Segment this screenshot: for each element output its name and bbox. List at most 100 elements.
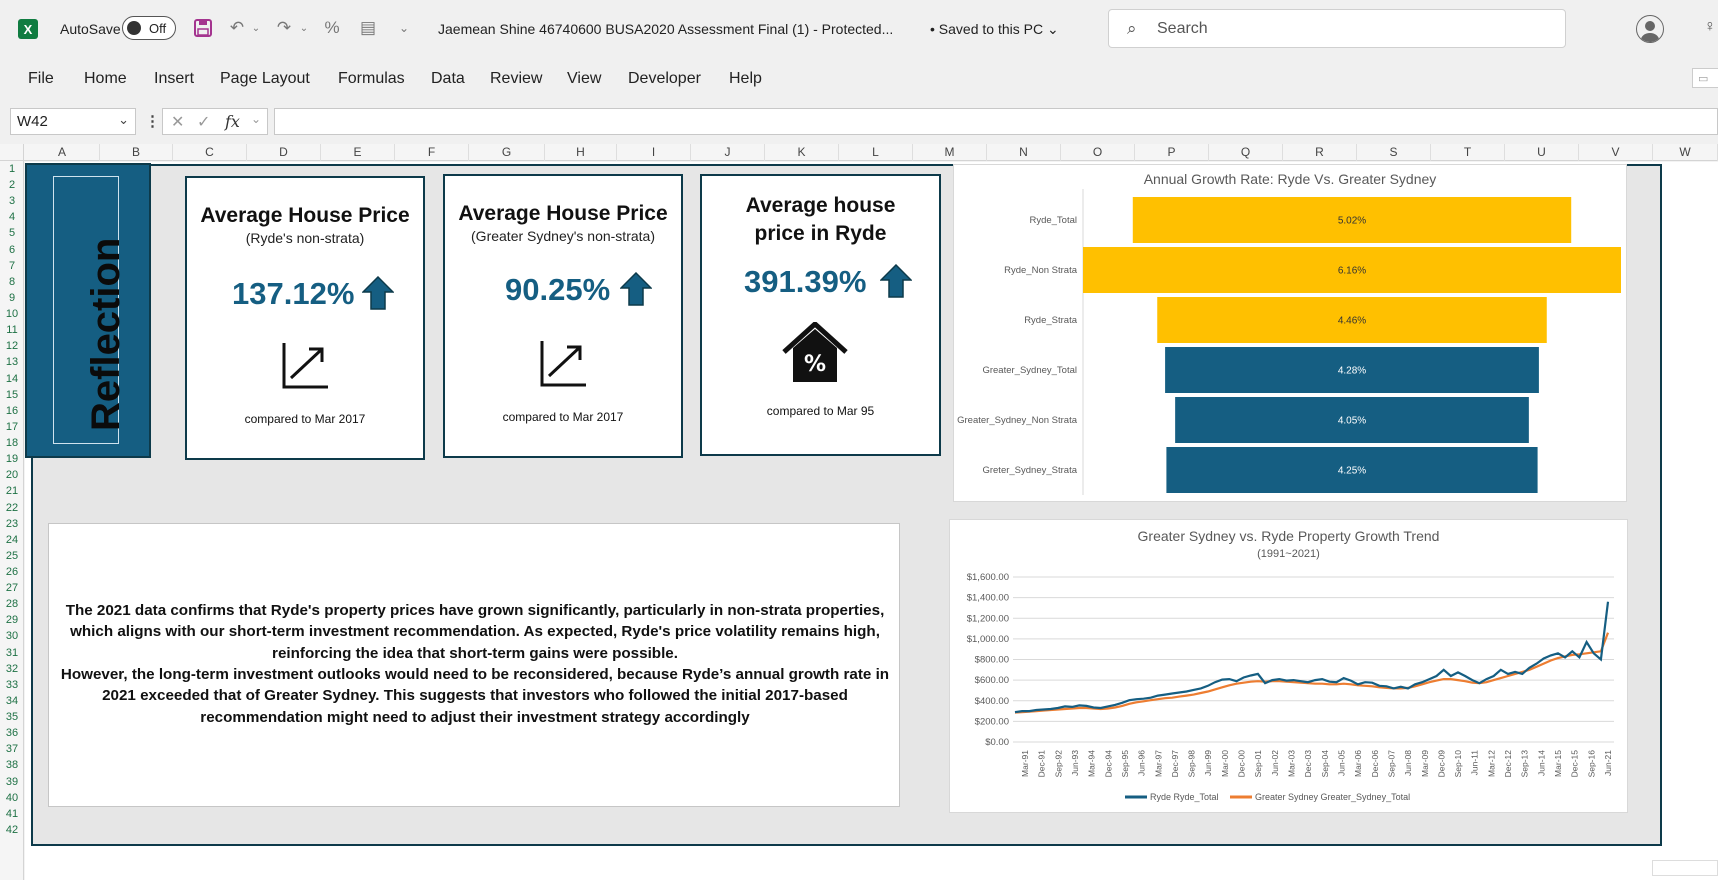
row-header[interactable]: 26 (0, 564, 24, 580)
column-header[interactable]: M (913, 144, 987, 161)
column-header[interactable]: O (1061, 144, 1135, 161)
tab-data[interactable]: Data (431, 70, 465, 88)
tab-developer[interactable]: Developer (628, 70, 701, 88)
tab-page-layout[interactable]: Page Layout (220, 70, 310, 88)
row-header[interactable]: 9 (0, 290, 24, 306)
row-header[interactable]: 36 (0, 725, 24, 741)
column-header[interactable]: D (247, 144, 321, 161)
column-header[interactable]: H (545, 144, 617, 161)
row-header[interactable]: 2 (0, 177, 24, 193)
customize-toolbar-icon[interactable]: ⌄ (392, 16, 416, 40)
row-header[interactable]: 21 (0, 483, 24, 499)
comments-icon[interactable]: ▭ (1692, 68, 1718, 88)
row-header[interactable]: 7 (0, 258, 24, 274)
row-header[interactable]: 29 (0, 612, 24, 628)
row-header[interactable]: 15 (0, 387, 24, 403)
row-header[interactable]: 18 (0, 435, 24, 451)
column-header[interactable]: S (1357, 144, 1431, 161)
row-header[interactable]: 40 (0, 790, 24, 806)
account-avatar-icon[interactable] (1636, 15, 1664, 43)
formula-input[interactable] (274, 108, 1718, 135)
column-header[interactable]: W (1653, 144, 1718, 161)
redo-dropdown-icon[interactable]: ⌄ (292, 16, 316, 40)
clear-icon[interactable]: ▤ (356, 16, 380, 40)
row-header[interactable]: 37 (0, 741, 24, 757)
select-all-corner[interactable] (0, 144, 24, 161)
row-header[interactable]: 39 (0, 774, 24, 790)
row-header[interactable]: 27 (0, 580, 24, 596)
row-header[interactable]: 24 (0, 532, 24, 548)
row-header[interactable]: 28 (0, 596, 24, 612)
row-header[interactable]: 19 (0, 451, 24, 467)
row-header[interactable]: 14 (0, 371, 24, 387)
row-header[interactable]: 10 (0, 306, 24, 322)
column-header[interactable]: Q (1209, 144, 1283, 161)
row-header[interactable]: 30 (0, 628, 24, 644)
column-header[interactable]: T (1431, 144, 1505, 161)
row-header[interactable]: 33 (0, 677, 24, 693)
row-header[interactable]: 6 (0, 242, 24, 258)
row-header[interactable]: 20 (0, 467, 24, 483)
insert-function-icon[interactable]: fx (225, 112, 240, 131)
confirm-icon[interactable]: ✓ (197, 112, 210, 132)
more-options-icon[interactable]: ⋮ (145, 112, 160, 130)
tab-view[interactable]: View (567, 70, 601, 88)
row-header[interactable]: 17 (0, 419, 24, 435)
row-header[interactable]: 13 (0, 354, 24, 370)
column-header[interactable]: P (1135, 144, 1209, 161)
column-header[interactable]: K (765, 144, 839, 161)
row-header[interactable]: 23 (0, 516, 24, 532)
row-header[interactable]: 8 (0, 274, 24, 290)
name-box[interactable]: W42 ⌄ (10, 108, 136, 135)
row-header[interactable]: 3 (0, 193, 24, 209)
lightbulb-icon[interactable]: ♀ (1704, 18, 1716, 36)
column-header[interactable]: G (469, 144, 545, 161)
horizontal-scrollbar[interactable] (1652, 860, 1718, 876)
column-header[interactable]: E (321, 144, 395, 161)
column-header[interactable]: N (987, 144, 1061, 161)
saved-status[interactable]: • Saved to this PC ⌄ (930, 21, 1059, 38)
row-header[interactable]: 38 (0, 757, 24, 773)
column-header[interactable]: J (691, 144, 765, 161)
trend-up-icon (540, 341, 586, 387)
row-header[interactable]: 32 (0, 661, 24, 677)
row-header[interactable]: 41 (0, 806, 24, 822)
tab-review[interactable]: Review (490, 70, 542, 88)
row-header[interactable]: 12 (0, 338, 24, 354)
column-header[interactable]: I (617, 144, 691, 161)
tab-help[interactable]: Help (729, 70, 762, 88)
row-header[interactable]: 42 (0, 822, 24, 838)
tab-home[interactable]: Home (84, 70, 127, 88)
name-box-value: W42 (17, 113, 48, 130)
tab-insert[interactable]: Insert (154, 70, 194, 88)
save-icon[interactable] (191, 16, 215, 40)
column-header[interactable]: C (173, 144, 247, 161)
tab-file[interactable]: File (28, 70, 54, 88)
column-header[interactable]: U (1505, 144, 1579, 161)
undo-dropdown-icon[interactable]: ⌄ (244, 16, 268, 40)
format-painter-icon[interactable]: % (320, 16, 344, 40)
row-header[interactable]: 35 (0, 709, 24, 725)
search-box[interactable]: ⌕ Search (1108, 9, 1566, 48)
column-header[interactable]: B (100, 144, 173, 161)
cancel-icon[interactable]: ✕ (171, 112, 184, 132)
house-percent-icon: % (782, 322, 848, 382)
growth-trend-chart[interactable]: Greater Sydney vs. Ryde Property Growth … (949, 519, 1628, 813)
row-header[interactable]: 31 (0, 645, 24, 661)
column-header[interactable]: R (1283, 144, 1357, 161)
column-header[interactable]: F (395, 144, 469, 161)
row-header[interactable]: 16 (0, 403, 24, 419)
autosave-toggle[interactable]: Off (122, 16, 176, 40)
tab-formulas[interactable]: Formulas (338, 70, 405, 88)
row-header[interactable]: 5 (0, 225, 24, 241)
row-header[interactable]: 4 (0, 209, 24, 225)
column-header[interactable]: A (25, 144, 100, 161)
row-header[interactable]: 25 (0, 548, 24, 564)
row-header[interactable]: 11 (0, 322, 24, 338)
growth-rate-chart[interactable]: Annual Growth Rate: Ryde Vs. Greater Syd… (953, 164, 1627, 502)
row-header[interactable]: 1 (0, 161, 24, 177)
column-header[interactable]: L (839, 144, 913, 161)
row-header[interactable]: 34 (0, 693, 24, 709)
column-header[interactable]: V (1579, 144, 1653, 161)
row-header[interactable]: 22 (0, 500, 24, 516)
